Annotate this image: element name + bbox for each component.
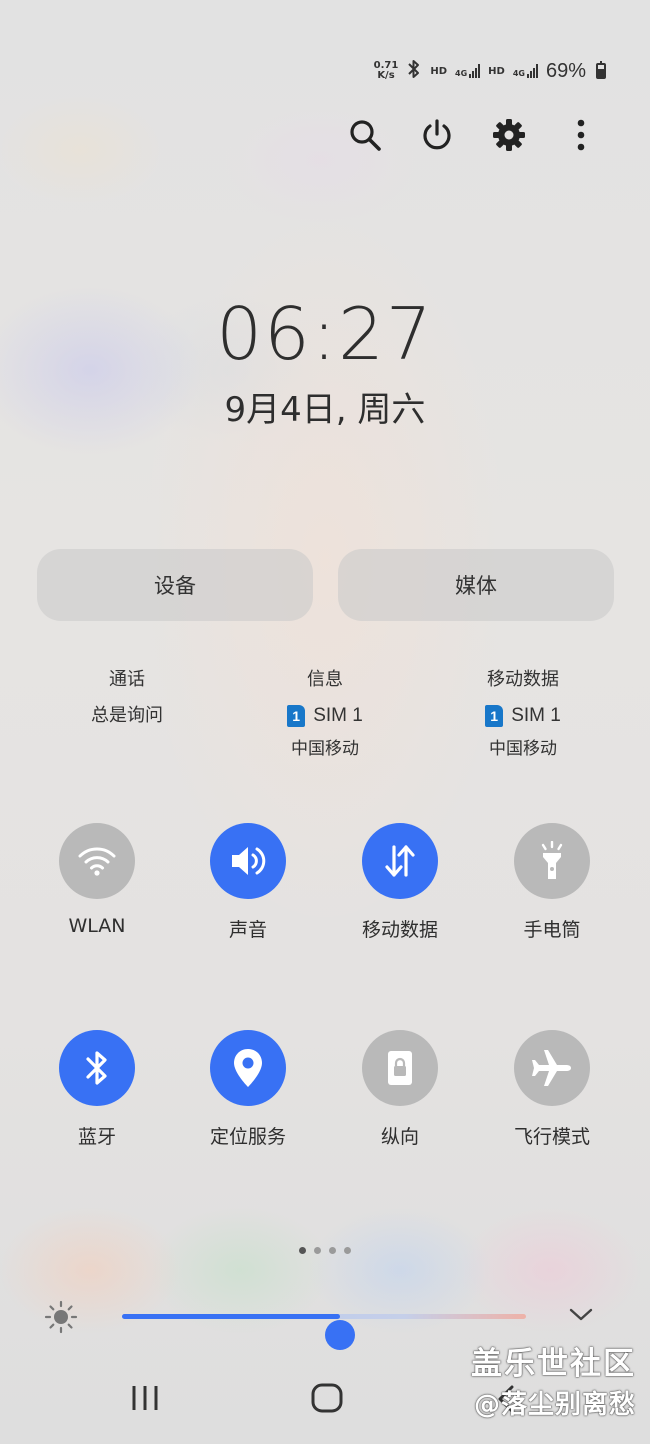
hd-label-1: HD bbox=[430, 65, 448, 77]
search-icon[interactable] bbox=[348, 112, 382, 158]
watermark-user: @落尘别离愁 bbox=[473, 1390, 636, 1420]
tile-airplane[interactable]: 飞行模式 bbox=[477, 1030, 627, 1149]
sim-call-title: 通话 bbox=[109, 669, 145, 690]
sim-message-operator: 中国移动 bbox=[291, 739, 359, 759]
tile-sound[interactable]: 声音 bbox=[173, 823, 323, 942]
tile-flashlight-label: 手电筒 bbox=[523, 919, 581, 941]
tile-sound-label: 声音 bbox=[228, 919, 267, 941]
sim-card-icon: 1 bbox=[287, 705, 306, 727]
tile-bluetooth-label: 蓝牙 bbox=[77, 1126, 116, 1148]
sim-message-value: SIM 1 bbox=[313, 705, 363, 726]
mobile-data-icon[interactable] bbox=[362, 823, 438, 899]
sim-call-setting[interactable]: 通话 总是询问 bbox=[37, 662, 217, 734]
network-speed-unit: K/s bbox=[377, 70, 395, 81]
signal-sim2: 4G bbox=[513, 64, 538, 78]
sound-icon[interactable] bbox=[210, 823, 286, 899]
devices-button[interactable]: 设备 bbox=[37, 549, 313, 621]
bluetooth-icon[interactable] bbox=[59, 1030, 135, 1106]
tile-wlan-label: WLAN bbox=[68, 915, 126, 937]
home-icon[interactable] bbox=[310, 1382, 344, 1418]
status-bar: 0.71 K/s HD 4G HD 4G 69% bbox=[374, 56, 606, 86]
sim-message-line: 1 SIM 1 bbox=[235, 698, 415, 734]
wifi-icon[interactable] bbox=[59, 823, 135, 899]
location-icon[interactable] bbox=[210, 1030, 286, 1106]
sim-message-title: 信息 bbox=[307, 669, 343, 690]
chevron-down-icon[interactable] bbox=[568, 1304, 594, 1328]
tile-airplane-label: 飞行模式 bbox=[513, 1126, 590, 1148]
airplane-icon[interactable] bbox=[514, 1030, 590, 1106]
tile-location-label: 定位服务 bbox=[209, 1126, 286, 1148]
tile-portrait[interactable]: 纵向 bbox=[325, 1030, 475, 1149]
settings-icon[interactable] bbox=[492, 112, 526, 158]
network-type-2: 4G bbox=[512, 69, 525, 78]
signal-icon bbox=[526, 64, 538, 78]
power-icon[interactable] bbox=[420, 112, 454, 158]
sim-data-operator: 中国移动 bbox=[489, 739, 557, 759]
brightness-icon bbox=[44, 1300, 78, 1338]
page-dot bbox=[344, 1247, 351, 1254]
network-speed: 0.71 K/s bbox=[374, 61, 399, 81]
media-button[interactable]: 媒体 bbox=[338, 549, 614, 621]
battery-percent: 69% bbox=[545, 59, 586, 82]
page-dot bbox=[329, 1247, 336, 1254]
page-dot bbox=[314, 1247, 321, 1254]
signal-sim1: 4G bbox=[455, 64, 481, 78]
brightness-control bbox=[40, 1296, 610, 1350]
clock[interactable]: 06:27 bbox=[0, 292, 650, 376]
sim-data-line: 1 SIM 1 bbox=[433, 698, 613, 734]
clock-hours: 06 bbox=[216, 292, 312, 376]
quick-panel-actions bbox=[348, 112, 598, 158]
page-dot bbox=[299, 1247, 306, 1254]
tile-mobile-data[interactable]: 移动数据 bbox=[325, 823, 475, 942]
brightness-slider[interactable] bbox=[122, 1314, 526, 1350]
sim-message-setting[interactable]: 信息 1 SIM 1 中国移动 bbox=[235, 662, 415, 764]
tile-location[interactable]: 定位服务 bbox=[173, 1030, 323, 1149]
sim-data-setting[interactable]: 移动数据 1 SIM 1 中国移动 bbox=[433, 662, 613, 764]
flashlight-icon[interactable] bbox=[514, 823, 590, 899]
watermark-brand: 盖乐世社区 bbox=[471, 1346, 636, 1382]
tile-bluetooth[interactable]: 蓝牙 bbox=[22, 1030, 172, 1149]
network-type-1: 4G bbox=[455, 69, 468, 78]
brightness-slider-fill bbox=[122, 1314, 341, 1319]
bluetooth-icon bbox=[406, 59, 422, 83]
sim-call-value: 总是询问 bbox=[91, 705, 163, 726]
tile-wlan[interactable]: WLAN bbox=[22, 823, 172, 937]
signal-icon bbox=[469, 64, 481, 78]
sim-data-value: SIM 1 bbox=[511, 705, 561, 726]
clock-minutes: 27 bbox=[338, 292, 434, 376]
battery-charging-icon bbox=[596, 61, 606, 79]
more-options-icon[interactable] bbox=[564, 112, 598, 158]
hd-label-2: HD bbox=[488, 65, 505, 77]
recent-apps-icon[interactable] bbox=[128, 1384, 162, 1416]
sim-data-title: 移动数据 bbox=[487, 669, 559, 690]
tile-portrait-label: 纵向 bbox=[380, 1126, 419, 1148]
portrait-lock-icon[interactable] bbox=[362, 1030, 438, 1106]
page-indicator bbox=[0, 1247, 650, 1254]
tile-mobile-data-label: 移动数据 bbox=[361, 919, 438, 941]
date[interactable]: 9月4日, 周六 bbox=[0, 382, 650, 431]
clock-separator: : bbox=[311, 292, 339, 376]
brightness-slider-thumb[interactable] bbox=[325, 1320, 356, 1350]
sim-card-icon: 1 bbox=[485, 705, 504, 727]
tile-flashlight[interactable]: 手电筒 bbox=[477, 823, 627, 942]
